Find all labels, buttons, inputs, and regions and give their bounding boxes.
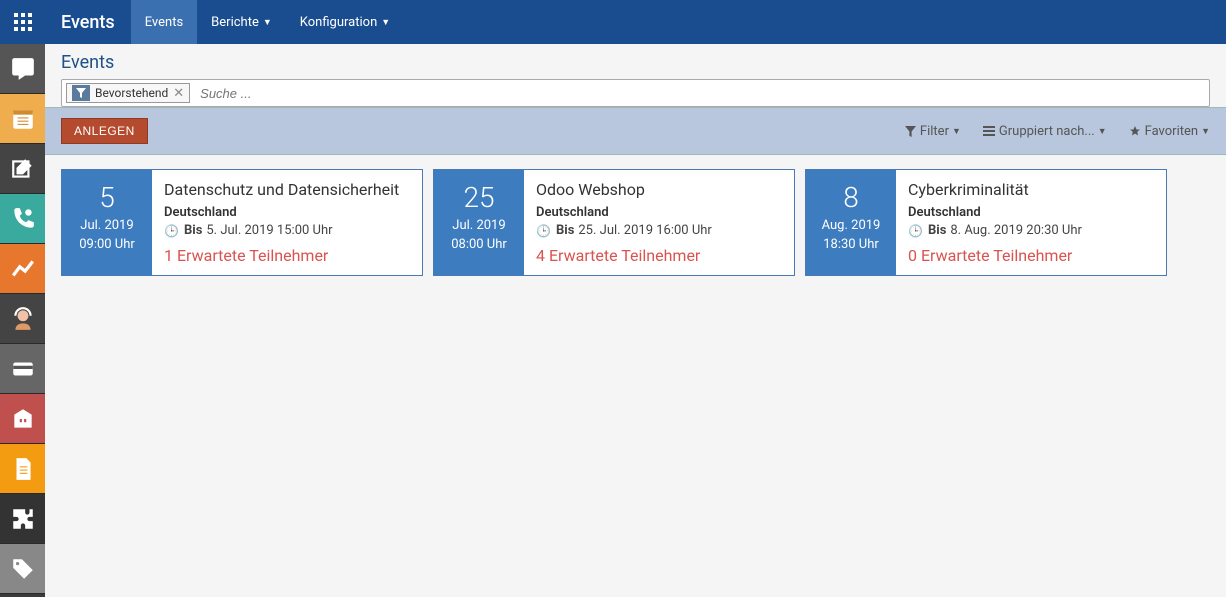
calendar-icon [10,106,36,132]
speech-bubble-icon [10,56,36,82]
phone-user-icon [10,206,36,232]
event-country: Deutschland [164,205,410,220]
rail-app-contacts[interactable] [0,194,45,244]
nav-tab-configuration[interactable]: Konfiguration▼ [286,0,404,44]
favorites-dropdown[interactable]: Favoriten ▼ [1129,124,1210,139]
groupby-dropdown[interactable]: Gruppiert nach... ▼ [983,124,1107,139]
funnel-icon [72,85,90,101]
funnel-icon [905,126,916,137]
rail-app-documents[interactable] [0,444,45,494]
rail-app-integrations[interactable] [0,494,45,544]
event-body: Datenschutz und Datensicherheit Deutschl… [152,170,422,275]
top-navbar: Events Events Berichte▼ Konfiguration▼ [0,0,1226,44]
rail-app-sales[interactable] [0,244,45,294]
control-panel: ANLEGEN Filter ▼ Gruppiert nach... ▼ Fav… [45,107,1226,155]
event-month-year: Aug. 2019 [822,218,881,233]
pencil-note-icon [10,156,36,182]
event-day: 8 [843,184,859,212]
event-card[interactable]: 5 Jul. 2019 09:00 Uhr Datenschutz und Da… [61,169,423,276]
caret-down-icon: ▼ [263,17,272,28]
event-participants: 1 Erwartete Teilnehmer [164,246,410,265]
event-participants: 4 Erwartete Teilnehmer [536,246,782,265]
page-title: Events [61,52,1210,73]
event-kanban: 5 Jul. 2019 09:00 Uhr Datenschutz und Da… [45,155,1226,290]
clock-icon: 🕒 [908,224,923,238]
document-icon [10,456,36,482]
event-title: Datenschutz und Datensicherheit [164,180,410,199]
list-icon [983,126,995,136]
app-brand: Events [45,0,131,44]
caret-down-icon: ▼ [381,17,390,28]
rail-app-buildings[interactable] [0,394,45,444]
event-card[interactable]: 25 Jul. 2019 08:00 Uhr Odoo Webshop Deut… [433,169,795,276]
rail-app-tags[interactable] [0,544,45,594]
search-row: Bevorstehend ✕ [45,79,1226,107]
rail-app-messaging[interactable] [0,44,45,94]
credit-card-icon [10,356,36,382]
event-participants: 0 Erwartete Teilnehmer [908,246,1154,265]
nav-tab-reports[interactable]: Berichte▼ [197,0,286,44]
caret-down-icon: ▼ [1098,126,1107,137]
event-start-time: 08:00 Uhr [451,237,507,252]
event-month-year: Jul. 2019 [80,218,133,233]
nav-tab-events[interactable]: Events [131,0,197,44]
event-body: Cyberkriminalität Deutschland 🕒 Bis 8. A… [896,170,1166,275]
event-day: 5 [99,184,115,212]
breadcrumb-row: Events [45,44,1226,79]
tag-icon [10,556,36,582]
clock-icon: 🕒 [164,224,179,238]
create-button[interactable]: ANLEGEN [61,118,148,144]
event-month-year: Jul. 2019 [452,218,505,233]
event-until: 🕒 Bis 25. Jul. 2019 16:00 Uhr [536,223,782,238]
app-rail [0,44,45,597]
building-icon [10,406,36,432]
caret-down-icon: ▼ [952,126,961,137]
event-date-block: 8 Aug. 2019 18:30 Uhr [806,170,896,275]
event-body: Odoo Webshop Deutschland 🕒 Bis 25. Jul. … [524,170,794,275]
event-day: 25 [463,184,494,212]
star-icon [1129,125,1141,137]
event-start-time: 09:00 Uhr [79,237,135,252]
event-date-block: 5 Jul. 2019 09:00 Uhr [62,170,152,275]
apps-menu-button[interactable] [0,0,45,44]
search-box[interactable]: Bevorstehend ✕ [61,79,1210,107]
caret-down-icon: ▼ [1201,126,1210,137]
rail-app-payments[interactable] [0,344,45,394]
rail-app-support[interactable] [0,294,45,344]
event-date-block: 25 Jul. 2019 08:00 Uhr [434,170,524,275]
event-country: Deutschland [908,205,1154,220]
event-until: 🕒 Bis 5. Jul. 2019 15:00 Uhr [164,223,410,238]
main-content: Events Bevorstehend ✕ ANLEGEN Filter ▼ [45,44,1226,597]
event-card[interactable]: 8 Aug. 2019 18:30 Uhr Cyberkriminalität … [805,169,1167,276]
clock-icon: 🕒 [536,224,551,238]
grid-icon [14,13,32,31]
event-until: 🕒 Bis 8. Aug. 2019 20:30 Uhr [908,223,1154,238]
filter-tag-label: Bevorstehend [95,86,168,100]
filters-dropdown[interactable]: Filter ▼ [905,124,961,139]
search-filter-tag[interactable]: Bevorstehend ✕ [66,83,190,103]
event-title: Odoo Webshop [536,180,782,199]
event-country: Deutschland [536,205,782,220]
puzzle-icon [10,506,36,532]
rail-app-notes[interactable] [0,144,45,194]
rail-app-calendar[interactable] [0,94,45,144]
chart-line-icon [10,256,36,282]
filter-tag-remove[interactable]: ✕ [173,86,184,101]
search-options: Filter ▼ Gruppiert nach... ▼ Favoriten ▼ [905,124,1210,139]
event-start-time: 18:30 Uhr [823,237,879,252]
event-title: Cyberkriminalität [908,180,1154,199]
search-input[interactable] [196,84,1205,103]
headset-person-icon [10,306,36,332]
